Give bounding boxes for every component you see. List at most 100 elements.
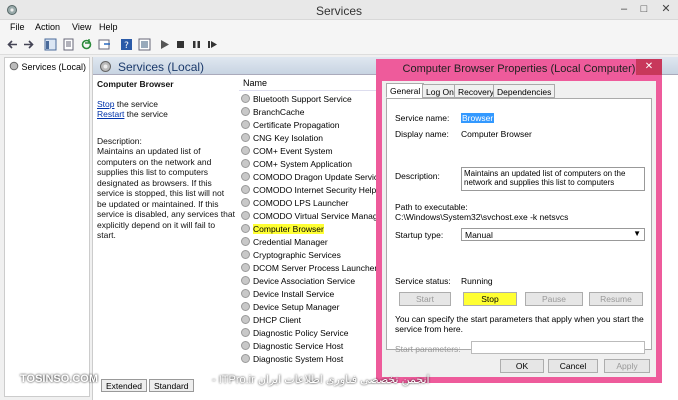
export-list-icon[interactable]	[98, 38, 111, 51]
start-service-icon[interactable]	[158, 38, 171, 51]
pause-service-icon[interactable]	[190, 38, 203, 51]
gear-icon	[241, 315, 250, 324]
service-row-label: DHCP Client	[253, 315, 302, 325]
start-parameters-input[interactable]	[471, 341, 645, 354]
path-value: C:\Windows\System32\svchost.exe -k netsv…	[395, 212, 569, 222]
service-row-label: Computer Browser	[253, 224, 324, 234]
service-row-label: COMODO Dragon Update Service	[253, 172, 379, 182]
service-row[interactable]: COMODO Internet Security Helper	[241, 184, 379, 196]
restart-service-link[interactable]: Restart	[97, 109, 124, 119]
startup-type-select[interactable]: Manual ▼	[461, 228, 645, 241]
service-row[interactable]: Computer Browser	[241, 223, 379, 235]
service-row-label: COMODO Virtual Service Manager	[253, 211, 379, 221]
description-label: Description:	[97, 135, 142, 146]
service-row[interactable]: Device Install Service	[241, 288, 379, 300]
service-row[interactable]: Bluetooth Support Service	[241, 93, 379, 105]
service-row-label: COM+ System Application	[253, 159, 352, 169]
menu-file[interactable]: File	[10, 22, 25, 32]
back-arrow-icon[interactable]	[6, 38, 19, 51]
startup-type-label: Startup type:	[395, 230, 444, 240]
gear-icon	[241, 107, 250, 116]
service-row[interactable]: COM+ System Application	[241, 158, 379, 170]
menu-help[interactable]: Help	[99, 22, 118, 32]
ok-button[interactable]: OK	[500, 359, 544, 373]
service-row[interactable]: DHCP Client	[241, 314, 379, 326]
stop-service-link[interactable]: Stop	[97, 99, 115, 109]
description-field-label: Description:	[395, 171, 440, 181]
services-gear-icon	[9, 61, 19, 71]
tab-log-on[interactable]: Log On	[422, 84, 458, 98]
gear-icon	[241, 159, 250, 168]
dialog-close-button[interactable]: ✕	[636, 59, 662, 75]
watermark-right: - ITPro.ir انجمن تخصصی فناوری اطلاعات ای…	[212, 374, 430, 386]
service-name-label: Service name:	[395, 113, 450, 123]
start-parameters-label: Start parameters:	[395, 344, 461, 354]
service-row[interactable]: Diagnostic System Host	[241, 353, 379, 365]
service-row[interactable]: Certificate Propagation	[241, 119, 379, 131]
general-tab-panel: Service name: Browser Display name: Comp…	[386, 98, 652, 354]
refresh-icon[interactable]	[80, 38, 93, 51]
gear-icon	[241, 133, 250, 142]
service-row[interactable]: DCOM Server Process Launcher	[241, 262, 379, 274]
service-row[interactable]: Cryptographic Services	[241, 249, 379, 261]
selected-service-name: Computer Browser	[97, 79, 174, 89]
service-row[interactable]: Diagnostic Service Host	[241, 340, 379, 352]
gear-icon	[241, 250, 250, 259]
services-list: Name Bluetooth Support Service BranchCach…	[239, 75, 379, 380]
gear-icon	[241, 146, 250, 155]
service-row[interactable]: COMODO Dragon Update Service	[241, 171, 379, 183]
service-row-label: Diagnostic Policy Service	[253, 328, 349, 338]
gear-icon	[241, 289, 250, 298]
minimize-button[interactable]: –	[614, 2, 634, 16]
service-row[interactable]: Diagnostic Policy Service	[241, 327, 379, 339]
display-name-value[interactable]: Computer Browser	[461, 129, 532, 139]
service-description-panel: Computer Browser Stop the service Restar…	[97, 79, 235, 241]
tree-node-services-local[interactable]: Services (Local)	[9, 61, 86, 72]
apply-button[interactable]: Apply	[604, 359, 650, 373]
gear-icon	[241, 341, 250, 350]
tab-extended[interactable]: Extended	[101, 379, 147, 392]
tab-recovery[interactable]: Recovery	[454, 84, 498, 98]
pause-button[interactable]: Pause	[525, 292, 583, 306]
dialog-body: General Log On Recovery Dependencies Ser…	[382, 81, 656, 377]
close-window-button[interactable]: ✕	[656, 2, 676, 16]
resume-button[interactable]: Resume	[589, 292, 643, 306]
service-row-label: DCOM Server Process Launcher	[253, 263, 378, 273]
service-row[interactable]: Credential Manager	[241, 236, 379, 248]
maximize-button[interactable]: □	[634, 2, 654, 16]
cancel-button[interactable]: Cancel	[548, 359, 598, 373]
service-row-label: CNG Key Isolation	[253, 133, 323, 143]
view-icon[interactable]	[138, 38, 151, 51]
show-console-tree-icon[interactable]	[44, 38, 57, 51]
service-row[interactable]: COMODO Virtual Service Manager	[241, 210, 379, 222]
menu-action[interactable]: Action	[35, 22, 60, 32]
gear-icon	[241, 237, 250, 246]
service-row[interactable]: Device Association Service	[241, 275, 379, 287]
gear-icon	[241, 198, 250, 207]
service-row[interactable]: COM+ Event System	[241, 145, 379, 157]
column-header-name[interactable]: Name	[243, 78, 267, 88]
service-row[interactable]: BranchCache	[241, 106, 379, 118]
properties-dialog: Computer Browser Properties (Local Compu…	[376, 59, 662, 383]
service-row[interactable]: Device Setup Manager	[241, 301, 379, 313]
menu-view[interactable]: View	[72, 22, 91, 32]
tab-dependencies[interactable]: Dependencies	[493, 84, 556, 98]
console-tree: Services (Local)	[4, 57, 90, 397]
help-icon[interactable]: ?	[120, 38, 133, 51]
stop-button[interactable]: Stop	[463, 292, 517, 306]
service-row[interactable]: CNG Key Isolation	[241, 132, 379, 144]
service-name-value[interactable]: Browser	[461, 113, 495, 123]
chevron-down-icon: ▼	[633, 229, 641, 238]
tab-general[interactable]: General	[386, 83, 425, 98]
stop-service-icon[interactable]	[174, 38, 187, 51]
restart-service-icon[interactable]	[206, 38, 219, 51]
service-row[interactable]: COMODO LPS Launcher	[241, 197, 379, 209]
start-button[interactable]: Start	[399, 292, 451, 306]
tab-standard[interactable]: Standard	[149, 379, 194, 392]
toolbar: ?	[0, 35, 678, 55]
properties-icon[interactable]	[62, 38, 75, 51]
service-row-label: Diagnostic System Host	[253, 354, 344, 364]
startup-type-value: Manual	[465, 230, 493, 240]
forward-arrow-icon[interactable]	[22, 38, 35, 51]
description-field[interactable]: Maintains an updated list of computers o…	[461, 167, 645, 191]
